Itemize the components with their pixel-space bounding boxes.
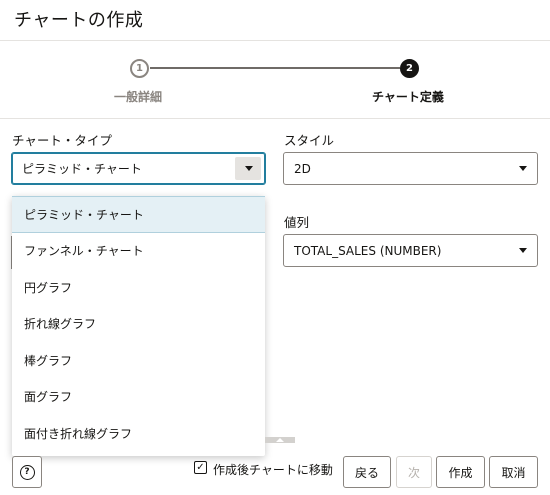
value-column-select[interactable]: TOTAL_SALES (NUMBER) (283, 234, 538, 267)
style-value: 2D (294, 161, 311, 176)
style-label: スタイル (284, 133, 335, 148)
chevron-down-icon (519, 248, 527, 253)
train-step-1[interactable]: 1 (130, 59, 149, 78)
chart-type-dropdown-button[interactable] (235, 157, 261, 180)
listbox-option[interactable]: 面グラフ (12, 379, 265, 416)
train-connector (150, 67, 400, 69)
chevron-down-icon (519, 166, 527, 171)
navigate-after-create-checkbox[interactable]: ✓ (194, 461, 207, 474)
checkmark-icon: ✓ (196, 461, 205, 473)
dialog-title: チャートの作成 (14, 10, 144, 31)
style-select[interactable]: 2D (283, 152, 538, 185)
listbox-option[interactable]: 折れ線グラフ (12, 306, 265, 343)
navigate-after-create-label[interactable]: 作成後チャートに移動 (213, 461, 333, 478)
listbox-option[interactable]: 棒グラフ (12, 342, 265, 379)
cancel-button[interactable]: 取消 (489, 456, 538, 488)
value-column-label: 値列 (284, 215, 310, 230)
help-icon: ? (19, 464, 35, 480)
title-divider (0, 40, 550, 41)
chevron-down-icon (245, 166, 253, 171)
scroll-up-handle[interactable] (265, 437, 295, 443)
chevron-up-icon (276, 438, 284, 442)
chart-type-value: ピラミッド・チャート (22, 162, 142, 176)
train-step-1-label: 一般詳細 (114, 90, 163, 104)
listbox-option[interactable]: 円グラフ (12, 269, 265, 306)
train-step-2[interactable]: 2 (400, 59, 419, 78)
listbox-option[interactable]: ピラミッド・チャート (12, 196, 265, 233)
chart-type-listbox[interactable]: ピラミッド・チャート ファンネル・チャート 円グラフ 折れ線グラフ 棒グラフ 面… (12, 196, 265, 456)
train-divider (0, 118, 550, 119)
listbox-option[interactable]: ファンネル・チャート (12, 233, 265, 270)
listbox-option[interactable]: 面付き折れ線グラフ (12, 415, 265, 452)
create-button[interactable]: 作成 (436, 456, 485, 488)
train-step-2-label: チャート定義 (372, 90, 444, 104)
chart-type-label: チャート・タイプ (12, 133, 112, 148)
back-button[interactable]: 戻る (343, 456, 391, 488)
next-button[interactable]: 次 (396, 456, 432, 488)
value-column-value: TOTAL_SALES (NUMBER) (294, 243, 442, 258)
chart-type-select[interactable]: ピラミッド・チャート (11, 152, 266, 185)
help-button[interactable]: ? (12, 456, 42, 488)
